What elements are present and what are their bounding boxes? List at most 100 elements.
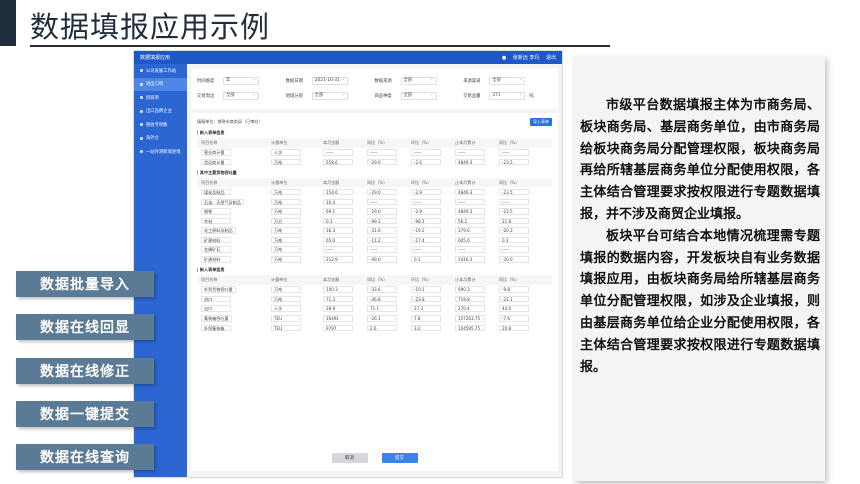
cell-input[interactable]: -31.6 [367,227,397,234]
cell-input[interactable]: 人次 [271,149,301,156]
sidebar-item[interactable]: 出口品牌企业 [134,105,187,119]
cell-input[interactable]: 990.3 [455,286,485,293]
cell-input[interactable]: -23.5 [499,158,529,166]
cell-input[interactable]: 出口 [201,305,231,312]
filter-select[interactable]: 2021-10-31 [311,76,348,85]
cell-input[interactable]: ----- [411,246,441,253]
cell-input[interactable]: 4849.3 [455,208,485,215]
filter-select[interactable]: 全部 [311,91,348,100]
cell-input[interactable]: 379.6 [455,227,485,234]
cell-input[interactable]: 270.4 [455,305,485,312]
cell-input[interactable]: 65.0 [323,236,353,244]
sidebar-item[interactable]: 税收专项数 [134,118,187,132]
cell-input[interactable]: 煤炭及制品 [201,188,231,196]
cell-input[interactable]: -29.0 [367,188,397,196]
cell-input[interactable]: 货运商计量 [201,158,231,166]
cell-input[interactable]: 104595.75 [455,324,485,332]
cell-input[interactable]: -21.1 [499,295,529,303]
cell-input[interactable]: 16491 [323,315,353,322]
cell-input[interactable]: 69.1 [323,208,353,215]
cell-input[interactable]: 3.2 [411,324,441,332]
cell-input[interactable]: 万吨 [271,286,301,293]
cell-input[interactable]: 20.8 [499,324,529,332]
cell-input[interactable]: -33.6 [367,286,397,293]
cell-input[interactable]: 木材 [201,217,231,225]
cell-input[interactable]: ----- [455,198,485,206]
cell-input[interactable]: -30.0 [499,256,529,263]
cell-input[interactable]: 人次 [271,305,301,312]
cell-input[interactable]: -9.8 [499,286,529,293]
cell-input[interactable]: ----- [323,149,353,156]
import-form-button[interactable]: 导入表单 [530,118,552,126]
filter-select[interactable]: 全部 [489,76,526,85]
cell-input[interactable]: -10.1 [411,286,441,293]
cell-input[interactable]: 万吨 [271,236,301,244]
cell-input[interactable]: 44.0 [499,305,529,312]
sidebar-item[interactable]: 公司发展工作站 [134,64,187,78]
cell-input[interactable]: TEU [271,324,301,332]
cell-input[interactable]: -20.3 [499,227,529,234]
filter-select[interactable]: 全部 [400,76,437,85]
cell-input[interactable]: 万吨 [271,295,301,303]
cell-input[interactable]: 71.1 [367,305,397,312]
filter-select[interactable]: 全部 [400,91,437,100]
cell-input[interactable]: ----- [499,246,529,253]
cell-input[interactable]: ----- [367,246,397,253]
cell-input[interactable]: 万吨 [271,198,301,206]
cell-input[interactable]: -23.8 [411,295,441,303]
cell-input[interactable]: 钢铁 [201,208,231,215]
cell-input[interactable]: 石油、天然气及制品 [201,198,244,206]
cell-input[interactable]: ----- [367,149,397,156]
cell-input[interactable]: 212.9 [323,256,353,263]
submit-button[interactable]: 提交 [381,453,418,463]
cell-input[interactable]: -2.9 [411,188,441,196]
cell-input[interactable]: -49.0 [367,256,397,263]
sidebar-item[interactable]: 海外仓 [134,132,187,146]
logout-link[interactable]: 退出 [546,55,556,61]
cell-input[interactable]: -2.9 [411,208,441,215]
cell-input[interactable]: 万吨 [271,227,301,234]
cell-input[interactable]: 0.3 [323,217,353,225]
cell-input[interactable]: -19.2 [411,227,441,234]
cell-input[interactable]: 集装箱吞吐量 [201,315,232,322]
cell-input[interactable]: -46.8 [367,295,397,303]
cell-input[interactable]: 矿建材料 [201,236,231,244]
cell-input[interactable]: -17.4 [411,236,441,244]
cell-input[interactable]: -2.6 [411,158,441,166]
cell-input[interactable]: 558.6 [323,158,353,166]
cell-input[interactable]: -29.0 [367,208,397,215]
cell-input[interactable]: 0.3 [499,236,529,244]
cell-input[interactable]: -26.1 [367,315,397,322]
sidebar-item[interactable]: 进出口项 [134,77,187,91]
cell-input[interactable]: 化工原料及制品 [201,227,236,234]
cell-input[interactable]: 27.3 [411,305,441,312]
cell-input[interactable]: ----- [411,149,441,156]
cancel-button[interactable]: 取消 [331,453,368,463]
sidebar-item[interactable]: 一站外港跨境进境 [134,145,187,159]
cell-input[interactable]: ----- [455,246,485,253]
cell-input[interactable]: -23.5 [499,188,529,196]
cell-input[interactable]: ----- [367,198,397,206]
cell-input[interactable]: 719.8 [455,295,485,303]
cell-input[interactable]: 外贸集装箱 [201,324,231,332]
filter-select[interactable]: 全部 [223,91,259,100]
cell-input[interactable]: 7.8 [411,315,441,322]
cell-input[interactable]: 605.6 [455,236,485,244]
cell-input[interactable]: -11.2 [367,236,397,244]
cell-input[interactable]: 万吨 [271,208,301,215]
cell-input[interactable]: 营业商计量 [201,149,231,156]
cell-input[interactable]: 2.6 [367,324,397,332]
cell-input[interactable]: ----- [455,149,485,156]
cell-input[interactable]: ----- [411,198,441,206]
cell-input[interactable]: 4849.3 [455,188,485,196]
cell-input[interactable]: -23.5 [499,208,529,215]
cell-input[interactable]: 36.3 [323,227,353,234]
filter-select[interactable]: 371 [489,91,526,100]
cell-input[interactable]: 进口 [201,295,231,303]
cell-input[interactable]: 0.1 [411,256,441,263]
cell-input[interactable]: 100.3 [323,286,353,293]
cell-input[interactable]: 万吨 [271,246,301,253]
cell-input[interactable]: 外贸货物吞吐量 [201,286,236,293]
cell-input[interactable]: 1416.3 [455,256,485,263]
cell-input[interactable]: 矿建材料 [201,256,231,263]
